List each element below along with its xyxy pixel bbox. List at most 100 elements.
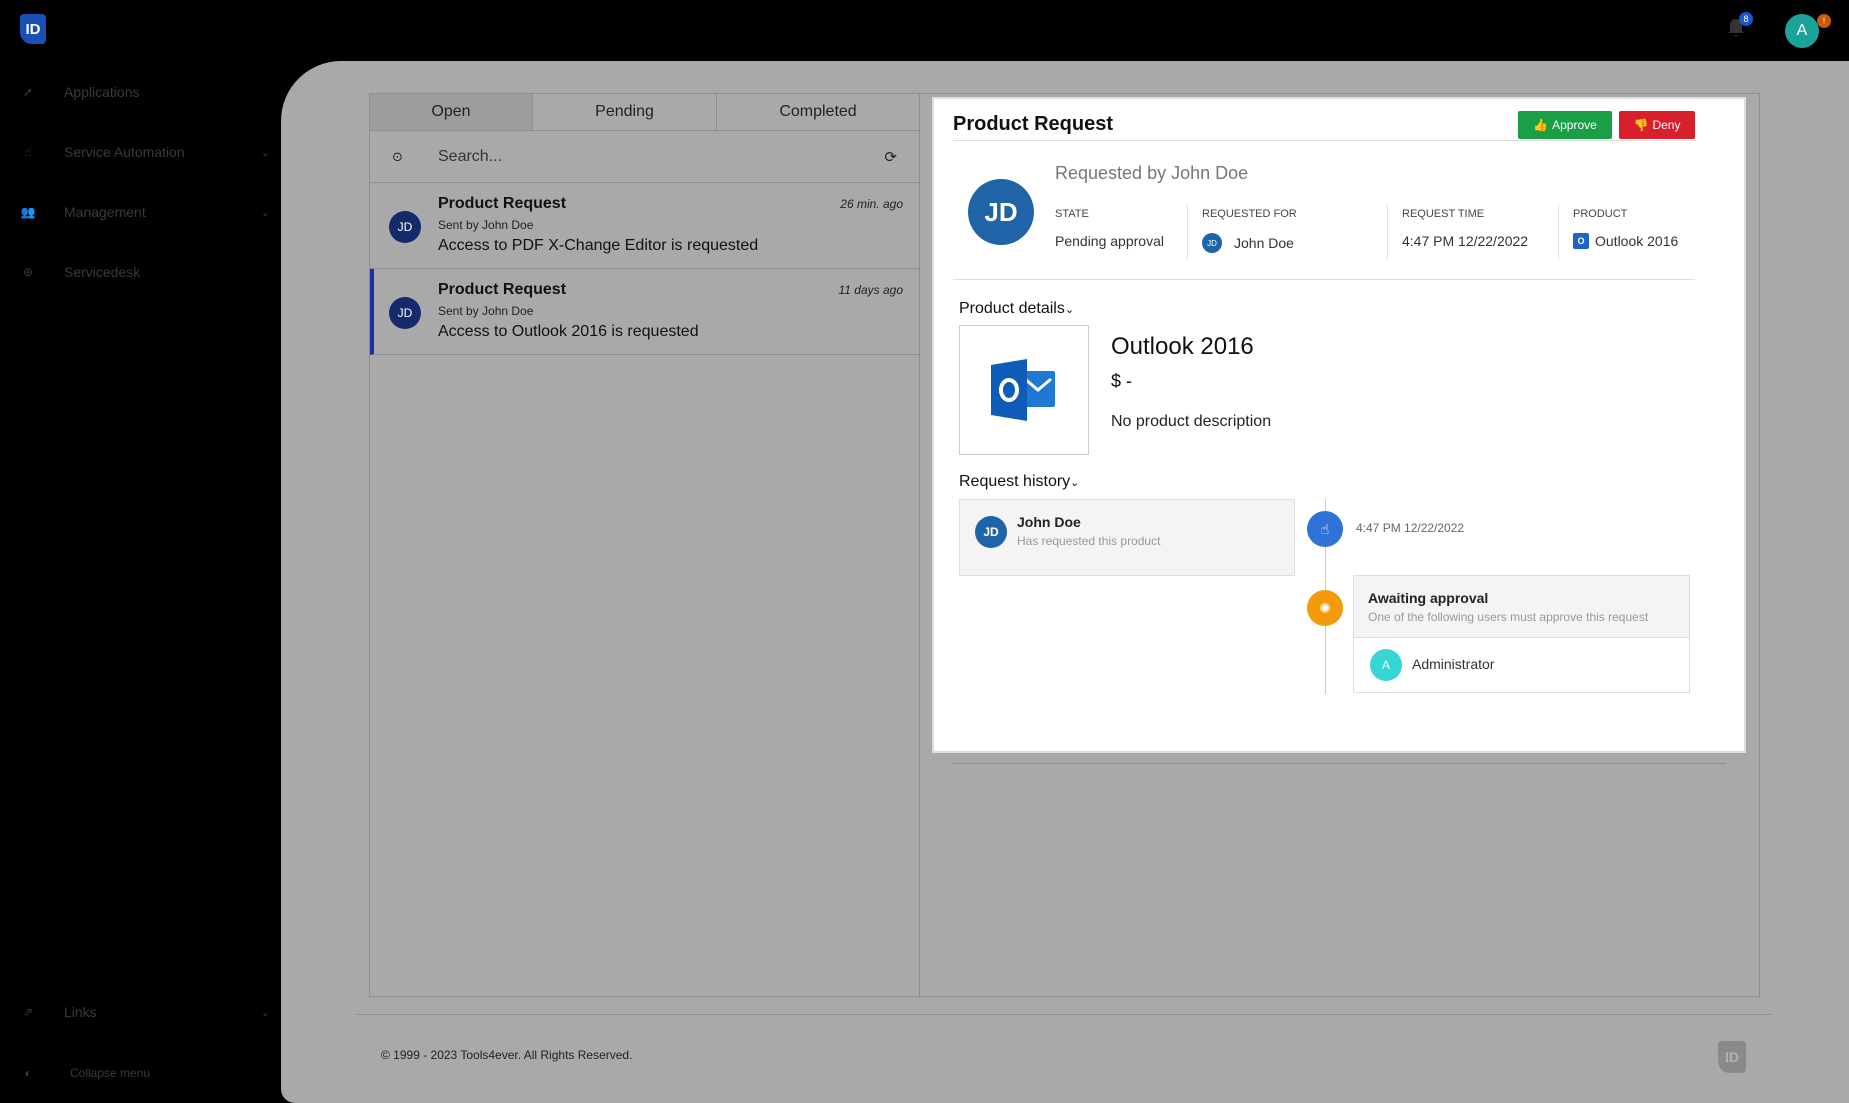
product-image: [959, 325, 1089, 455]
chevron-down-icon: ⌄: [260, 206, 270, 219]
requested-for-value: JD John Doe: [1202, 233, 1294, 253]
collapse-menu-button[interactable]: ◐ Collapse menu: [20, 1061, 270, 1085]
rocket-icon: ➚: [22, 85, 34, 99]
awaiting-title: Awaiting approval: [1368, 590, 1489, 606]
tab-completed[interactable]: Completed: [717, 94, 919, 130]
avatar: JD: [1202, 233, 1222, 253]
history-name: John Doe: [1017, 514, 1081, 530]
history-entry: JD John Doe Has requested this product: [959, 499, 1295, 576]
product-description: No product description: [1111, 413, 1272, 430]
outlook-icon: [991, 359, 1055, 421]
request-title: Product Request: [438, 281, 567, 298]
divider: [953, 140, 1695, 141]
request-time: 11 days ago: [838, 283, 904, 297]
thumbs-up-icon: 👍: [1533, 118, 1549, 132]
chevron-down-icon: ⌄: [260, 146, 270, 159]
avatar: JD: [975, 516, 1007, 548]
request-description: Access to PDF X-Change Editor is request…: [438, 237, 759, 254]
approver-name: Administrator: [1412, 656, 1495, 672]
requested-for-name: John Doe: [1234, 235, 1294, 251]
product-title: Outlook 2016: [1111, 333, 1254, 360]
avatar: JD: [389, 211, 421, 243]
divider: [953, 763, 1726, 764]
search-bar: ⊙ ⟳: [370, 131, 919, 183]
sidebar-item-label: Servicedesk: [64, 264, 141, 280]
product-details-toggle[interactable]: Product details⌄: [959, 300, 1074, 318]
product-price: $ -: [1111, 371, 1133, 391]
chevron-down-icon: ⌄: [1064, 304, 1075, 316]
chevron-down-icon: ⌄: [1070, 477, 1080, 489]
awaiting-approval-card: Awaiting approval One of the following u…: [1353, 575, 1690, 693]
outlook-icon: O: [1573, 233, 1589, 249]
detail-title: Product Request: [953, 113, 1114, 135]
requester-avatar: JD: [968, 179, 1034, 245]
hand-pointer-icon: ☝: [24, 145, 32, 159]
approve-button[interactable]: 👍 Approve: [1518, 111, 1612, 139]
request-list-pane: Open Pending Completed ⊙ ⟳ JD Product Re…: [370, 94, 920, 996]
awaiting-header: Awaiting approval One of the following u…: [1354, 576, 1689, 638]
deny-button[interactable]: 👎 Deny: [1619, 111, 1695, 139]
user-alert-badge: !: [1817, 14, 1831, 28]
collapse-menu-label: Collapse menu: [70, 1066, 151, 1080]
request-title: Product Request: [438, 195, 567, 212]
list-item[interactable]: JD Product Request Sent by John Doe Acce…: [370, 183, 919, 269]
external-link-icon: ⇗: [22, 1005, 34, 1019]
request-time-label: REQUEST TIME: [1402, 208, 1485, 220]
approver-row: A Administrator: [1354, 638, 1689, 692]
spinner-icon: ✺: [1307, 590, 1343, 626]
request-sender: Sent by John Doe: [438, 304, 534, 318]
app-logo[interactable]: ID: [20, 14, 46, 44]
request-description: Access to Outlook 2016 is requested: [438, 323, 699, 340]
sidebar-item-service-automation[interactable]: ☝ Service Automation ⌄: [20, 140, 270, 164]
sidebar-item-servicedesk[interactable]: ⊕ Servicedesk: [20, 260, 270, 284]
product-label: PRODUCT: [1573, 208, 1628, 220]
avatar: JD: [389, 297, 421, 329]
avatar: A: [1370, 649, 1402, 681]
product-name: Outlook 2016: [1595, 233, 1679, 249]
sidebar-item-label: Links: [64, 1004, 97, 1020]
filter-target-icon[interactable]: ⊙: [392, 149, 403, 165]
footer-logo: ID: [1718, 1041, 1746, 1073]
user-avatar[interactable]: A: [1785, 14, 1819, 48]
notification-count-badge: 8: [1739, 12, 1753, 26]
request-time: 26 min. ago: [840, 197, 903, 211]
copyright-text: © 1999 - 2023 Tools4ever. All Rights Res…: [381, 1048, 633, 1062]
sidebar-item-applications[interactable]: ➚ Applications: [20, 80, 270, 104]
request-detail-card: Product Request 👍 Approve 👎 Deny JD Requ…: [932, 97, 1746, 753]
users-icon: 👥: [20, 205, 36, 219]
state-value: Pending approval: [1055, 233, 1164, 249]
divider: [1558, 205, 1559, 259]
product-value: O Outlook 2016: [1573, 233, 1678, 249]
history-action: Has requested this product: [1017, 534, 1161, 548]
collapse-icon: ◐: [24, 1066, 32, 1080]
lifebuoy-icon: ⊕: [22, 265, 34, 279]
request-tabs: Open Pending Completed: [370, 94, 919, 131]
chevron-down-icon: ⌄: [260, 1006, 270, 1019]
requested-by-text: Requested by John Doe: [1055, 163, 1249, 183]
tab-open[interactable]: Open: [370, 94, 533, 130]
history-time: 4:47 PM 12/22/2022: [1356, 521, 1465, 535]
state-label: STATE: [1055, 208, 1089, 220]
request-sender: Sent by John Doe: [438, 218, 534, 232]
request-history-label: Request history: [959, 473, 1071, 490]
list-item[interactable]: JD Product Request Sent by John Doe Acce…: [370, 269, 919, 355]
refresh-icon[interactable]: ⟳: [884, 148, 897, 166]
sidebar-item-links[interactable]: ⇗ Links ⌄: [20, 1000, 270, 1024]
sidebar-item-management[interactable]: 👥 Management ⌄: [20, 200, 270, 224]
sidebar-item-label: Applications: [64, 84, 140, 100]
sidebar-item-label: Service Automation: [64, 144, 185, 160]
divider: [953, 279, 1695, 280]
requested-for-label: REQUESTED FOR: [1202, 208, 1297, 220]
footer-divider: [357, 1014, 1772, 1015]
divider: [1387, 205, 1388, 259]
request-history-toggle[interactable]: Request history⌄: [959, 473, 1079, 491]
thumbs-down-icon: 👎: [1633, 118, 1649, 132]
search-input[interactable]: [438, 147, 838, 166]
product-details-label: Product details: [959, 300, 1065, 317]
awaiting-subtitle: One of the following users must approve …: [1368, 610, 1649, 624]
tab-pending[interactable]: Pending: [533, 94, 717, 130]
deny-label: Deny: [1652, 118, 1681, 132]
hand-pointer-icon: ☝: [1307, 511, 1343, 547]
request-time-value: 4:47 PM 12/22/2022: [1402, 233, 1529, 249]
divider: [1187, 205, 1188, 259]
